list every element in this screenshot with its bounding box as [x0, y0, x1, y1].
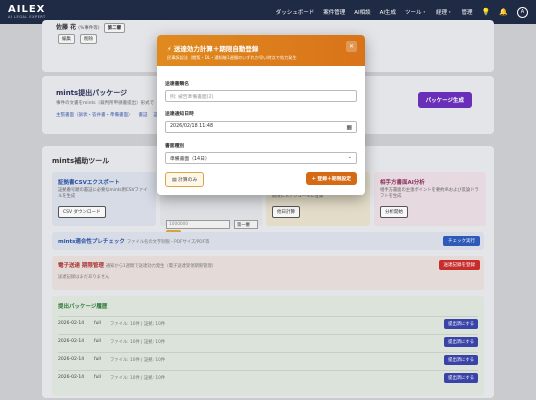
avatar[interactable]: A	[517, 6, 528, 18]
doc-type-select[interactable]: 準備書面（14日） ⌄	[165, 152, 357, 164]
tools-title: mints補助ツール	[52, 157, 110, 165]
mark-submitted-button[interactable]: 提出済にする	[444, 319, 478, 329]
instance-select[interactable]: 第一審	[234, 220, 258, 229]
history-title: 提出パッケージ履歴	[58, 304, 108, 310]
opponent-analysis-title: 相手方書面AI分析	[380, 180, 425, 186]
brand-logo[interactable]: AILEX AI LEGAL EXPERT	[8, 4, 46, 20]
opponent-analysis-tool: 相手方書面AI分析 相手方書面の主張ポイントを要約IRおよび反論ドラフトを生成 …	[374, 172, 486, 226]
run-check-button[interactable]: チェック実行	[443, 236, 480, 246]
doc-name-input[interactable]: 例: 被告準備書面(2)	[165, 90, 357, 102]
calc-only-button[interactable]: ▤ 計算のみ	[165, 172, 205, 187]
service-sub: 通知から1週間で送達効力発生（電子送達受領期限管理）	[105, 264, 216, 269]
modal-title-text: 送達効力計算＋期限自動登録	[173, 45, 259, 53]
notice-datetime-input[interactable]: 2026/02/18 11:48 ▦	[165, 121, 357, 133]
edit-button[interactable]: 編集	[58, 34, 75, 44]
modal-header: ⚡ 送達効力計算＋期限自動登録 民事訴訟法（閲覧・DL・通知後1週間のいずれか早…	[157, 35, 365, 66]
close-icon[interactable]: ✕	[346, 41, 357, 52]
service-title: 電子送達 期限管理 通知から1週間で送達効力発生（電子送達受領期限管理）	[58, 261, 216, 269]
csv-export-title: 証拠書CSVエクスポート	[58, 180, 120, 186]
modal-title: ⚡ 送達効力計算＋期限自動登録	[167, 43, 258, 53]
doc-type-label: 書面種別	[165, 144, 185, 149]
generate-package-button[interactable]: パッケージ生成	[417, 92, 472, 108]
mints-package-desc: 事件の文書をmints（裁判所申請書提出）形式で	[56, 101, 155, 106]
history-date: 2026-02-14	[58, 375, 85, 380]
delete-button[interactable]: 削除	[80, 34, 97, 44]
calendar-icon[interactable]: ▦	[346, 124, 352, 131]
notice-datetime-value: 2026/02/18 11:48	[170, 124, 213, 129]
precheck-bar: mints適合性プレチェック ファイル名の文字制限・PDFサイズ/PDF等 チェ…	[52, 232, 484, 250]
client-name-text: 佐藤 花	[56, 24, 77, 31]
doc-name-label: 送達書類名	[165, 82, 189, 87]
calc-only-label: 計算のみ	[178, 178, 198, 183]
nav-ai-generate[interactable]: AI生成	[380, 8, 396, 16]
chevron-down-icon: ⌄	[347, 154, 352, 160]
history-meta: ファイル: 10件 | 証拠: 10件	[110, 358, 166, 363]
case-actions: 編集 削除	[56, 34, 97, 44]
link-evidence[interactable]: 書証	[139, 112, 148, 118]
service-calc-modal: ⚡ 送達効力計算＋期限自動登録 民事訴訟法（閲覧・DL・通知後1週間のいずれか早…	[157, 35, 365, 195]
table-row: 2026-02-14 full ファイル: 10件 | 証拠: 10件 提出済に…	[58, 370, 478, 384]
csv-export-tool: 証拠書CSVエクスポート 証拠番号順の書証に必要なmints用CSVファイルを生…	[52, 172, 156, 226]
client-name-suffix: (%事件等)	[78, 26, 100, 31]
history-meta: ファイル: 10件 | 証拠: 10件	[110, 340, 166, 345]
amount-input[interactable]: 1000000	[166, 220, 230, 229]
start-analysis-button[interactable]: 分析開始	[380, 206, 408, 218]
mark-submitted-button[interactable]: 提出済にする	[444, 337, 478, 347]
nav-accounting[interactable]: 経理・	[436, 8, 453, 16]
service-empty-text: 送達記録はまだありません	[58, 275, 110, 280]
nav-ai-consult[interactable]: AI相談	[354, 8, 370, 16]
history-kind: full	[94, 375, 101, 380]
service-deadline-bar: 電子送達 期限管理 通知から1週間で送達効力発生（電子送達受領期限管理） 送達記…	[52, 256, 484, 290]
table-row: 2026-02-14 full ファイル: 10件 | 証拠: 10件 提出済に…	[58, 316, 478, 330]
history-kind: full	[94, 321, 101, 326]
stage-chip: 第二審	[103, 23, 126, 33]
table-row: 2026-02-14 full ファイル: 10件 | 証拠: 10件 提出済に…	[58, 352, 478, 366]
deadline-calc-button[interactable]: 他日計算	[272, 206, 300, 218]
notice-datetime-label: 送達通知日時	[165, 112, 194, 117]
table-row: 2026-02-14 full ファイル: 10件 | 証拠: 10件 提出済に…	[58, 334, 478, 348]
register-service-button[interactable]: 送達記録を登録	[438, 260, 480, 270]
nav-dashboard[interactable]: ダッシュボード	[276, 8, 315, 16]
history-date: 2026-02-14	[58, 321, 85, 326]
csv-export-desc: 証拠番号順の書証に必要なmints用CSVファイルを生成	[58, 188, 148, 199]
nav-menu: ダッシュボード 案件管理 AI相談 AI生成 ツール・ 経理・ 管理 💡 🔔 A	[276, 6, 528, 18]
history-kind: full	[94, 357, 101, 362]
opponent-analysis-desc: 相手方書面の主張ポイントを要約IRおよび反論ドラフトを生成	[380, 188, 479, 199]
history-kind: full	[94, 339, 101, 344]
history-meta: ファイル: 10件 | 証拠: 10件	[110, 322, 166, 327]
bell-icon[interactable]: 🔔	[499, 8, 508, 16]
service-title-text: 電子送達 期限管理	[58, 263, 104, 269]
nav-cases[interactable]: 案件管理	[323, 8, 345, 16]
register-deadline-label: 登録＋期限設定	[317, 177, 351, 182]
package-history: 提出パッケージ履歴 2026-02-14 full ファイル: 10件 | 証拠…	[52, 296, 484, 396]
clock-icon: ⚡	[167, 45, 174, 53]
register-deadline-button[interactable]: + 登録＋期限設定	[305, 172, 357, 185]
history-meta: ファイル: 10件 | 証拠: 10件	[110, 376, 166, 381]
precheck-sub: ファイル名の文字制限・PDFサイズ/PDF等	[126, 240, 210, 245]
precheck-title-text: mints適合性プレチェック	[58, 239, 125, 245]
doc-type-value: 準備書面（14日）	[170, 157, 210, 162]
nav-tools[interactable]: ツール・	[405, 8, 427, 16]
mark-submitted-button[interactable]: 提出済にする	[444, 355, 478, 365]
lightbulb-icon[interactable]: 💡	[482, 8, 491, 16]
mark-submitted-button[interactable]: 提出済にする	[444, 373, 478, 383]
modal-subtitle: 民事訴訟法（閲覧・DL・通知後1週間のいずれか早い時点で効力発生	[167, 55, 297, 60]
history-date: 2026-02-14	[58, 357, 85, 362]
brand-subtitle: AI LEGAL EXPERT	[8, 15, 46, 19]
precheck-title: mints適合性プレチェック ファイル名の文字制限・PDFサイズ/PDF等	[58, 237, 209, 245]
client-name: 佐藤 花 (%事件等) 第二審	[56, 22, 126, 33]
csv-download-button[interactable]: CSV ダウンロード	[58, 206, 106, 218]
mints-package-title: mints提出パッケージ	[56, 89, 128, 97]
nav-admin[interactable]: 管理	[462, 8, 473, 16]
brand-name: AILEX	[8, 4, 46, 15]
history-date: 2026-02-14	[58, 339, 85, 344]
link-briefs[interactable]: 主張書面（訴状・答弁書・準備書面）	[56, 112, 133, 118]
